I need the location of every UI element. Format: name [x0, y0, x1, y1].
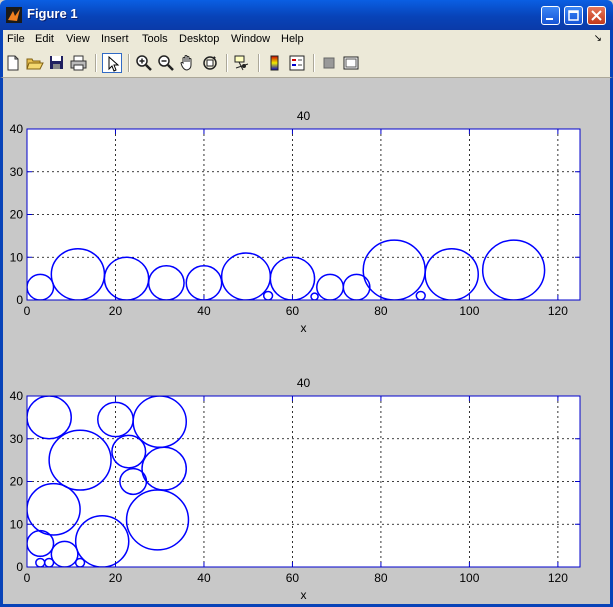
x-tick-label: 120: [548, 304, 568, 318]
rotate-3d-button[interactable]: [200, 53, 220, 73]
hide-plot-tools-icon: [323, 57, 335, 69]
x-tick-label: 40: [197, 304, 211, 318]
y-tick-label: 30: [10, 432, 24, 446]
axes-title: 40: [297, 109, 311, 123]
rotate-3d-icon: [203, 56, 217, 70]
x-tick-label: 100: [459, 304, 479, 318]
menu-help[interactable]: Help: [281, 33, 304, 45]
dock-arrow-icon[interactable]: ↘: [594, 33, 602, 44]
toolbar-separator: [226, 54, 228, 72]
show-plot-tools-icon: [343, 56, 359, 70]
data-cursor-button[interactable]: [232, 53, 252, 73]
colorbar-icon: [270, 55, 279, 71]
menu-file[interactable]: File: [7, 33, 25, 45]
new-file-icon: [7, 55, 19, 71]
insert-colorbar-button[interactable]: [265, 53, 285, 73]
window-frame: [0, 78, 3, 607]
x-axis-label: x: [301, 321, 307, 335]
y-tick-label: 40: [10, 122, 24, 136]
print-icon: [70, 55, 87, 71]
figure-toolbar: [0, 50, 613, 78]
insert-legend-button[interactable]: [287, 53, 307, 73]
x-tick-label: 0: [24, 304, 31, 318]
window-title: Figure 1: [27, 6, 78, 21]
close-icon: [591, 10, 602, 21]
x-tick-label: 0: [24, 571, 31, 585]
open-file-icon: [26, 58, 44, 70]
menu-desktop[interactable]: Desktop: [179, 33, 219, 45]
print-button[interactable]: [69, 53, 89, 73]
title-bar: Figure 1: [0, 0, 613, 30]
pan-hand-icon: [180, 55, 192, 71]
matlab-logo-icon: [6, 7, 22, 23]
y-tick-label: 30: [10, 165, 24, 179]
menu-view[interactable]: View: [66, 33, 90, 45]
menu-tools[interactable]: Tools: [142, 33, 168, 45]
close-button[interactable]: [587, 6, 606, 25]
edit-plot-button[interactable]: [102, 53, 122, 73]
y-tick-label: 20: [10, 475, 24, 489]
maximize-button[interactable]: [564, 6, 583, 25]
menu-insert[interactable]: Insert: [101, 33, 129, 45]
pan-button[interactable]: [178, 53, 198, 73]
toolbar-separator: [95, 54, 97, 72]
x-tick-label: 20: [109, 571, 123, 585]
save-button[interactable]: [47, 53, 67, 73]
x-tick-label: 100: [459, 571, 479, 585]
zoom-out-icon: [158, 55, 174, 71]
x-tick-label: 80: [374, 571, 388, 585]
new-file-button[interactable]: [3, 53, 23, 73]
x-tick-label: 80: [374, 304, 388, 318]
toolbar-separator: [258, 54, 260, 72]
minimize-icon: [546, 18, 553, 20]
figure-svg: 0 20 40 60 80 100 12001020304040x0 20 40 60 80 100 1…: [10, 109, 581, 602]
minimize-button[interactable]: [541, 6, 560, 25]
maximize-icon: [568, 10, 579, 21]
x-tick-label: 60: [286, 571, 300, 585]
zoom-out-button[interactable]: [156, 53, 176, 73]
show-plot-tools-button[interactable]: [341, 53, 361, 73]
figure-canvas: 0 20 40 60 80 100 120 0 10 20 30 40 40 x 0 20 40 60 80 100 1…: [3, 78, 610, 604]
y-tick-label: 0: [16, 560, 23, 574]
toolbar-separator: [128, 54, 130, 72]
edit-plot-arrow-icon: [108, 55, 120, 72]
x-tick-label: 40: [197, 571, 211, 585]
y-tick-label: 10: [10, 517, 24, 531]
zoom-in-icon: [136, 55, 152, 71]
x-tick-label: 20: [109, 304, 123, 318]
legend-icon: [289, 55, 305, 71]
zoom-in-button[interactable]: [134, 53, 154, 73]
toolbar-separator: [313, 54, 315, 72]
x-tick-label: 120: [548, 571, 568, 585]
y-tick-label: 10: [10, 250, 24, 264]
y-tick-label: 20: [10, 208, 24, 222]
data-cursor-icon: [234, 55, 249, 71]
x-axis-label: x: [301, 588, 307, 602]
hide-plot-tools-button[interactable]: [319, 53, 339, 73]
axes-title: 40: [297, 376, 311, 390]
menu-bar: File Edit View Insert Tools Desktop Wind…: [0, 30, 613, 50]
menu-window[interactable]: Window: [231, 33, 270, 45]
menu-edit[interactable]: Edit: [35, 33, 54, 45]
x-tick-label: 60: [286, 304, 300, 318]
save-icon: [50, 56, 63, 69]
y-tick-label: 0: [16, 293, 23, 307]
open-file-button[interactable]: [25, 53, 45, 73]
y-tick-label: 40: [10, 389, 24, 403]
